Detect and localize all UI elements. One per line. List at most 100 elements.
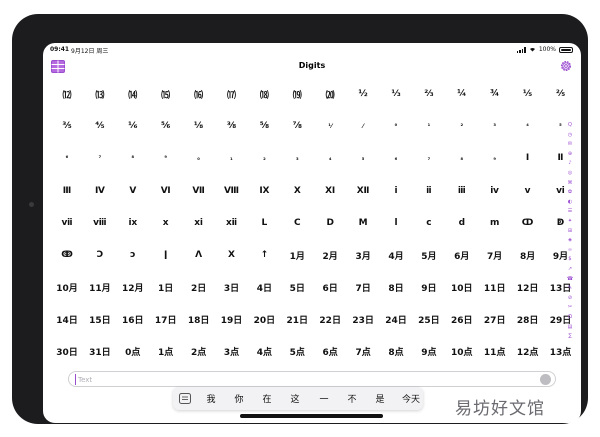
symbol-key[interactable]: ⅔ [414,80,444,108]
symbol-key[interactable]: 1点 [151,338,181,366]
text-input[interactable] [75,374,518,385]
symbol-key[interactable]: 0点 [118,338,148,366]
symbol-key[interactable]: ⒁ [118,80,148,108]
symbol-key[interactable]: ² [447,112,477,140]
symbol-key[interactable]: ⅕ [513,80,543,108]
symbol-key[interactable]: ¼ [447,80,477,108]
index-item-icon[interactable]: ✂ [565,303,575,311]
symbol-key[interactable]: 10日 [447,273,477,301]
symbol-key[interactable]: ⒂ [151,80,181,108]
symbol-key[interactable]: 11月 [85,273,115,301]
symbol-key[interactable]: Ⅲ [52,177,82,205]
index-item-icon[interactable]: ◎ [565,169,575,177]
symbol-key[interactable]: 7日 [348,273,378,301]
symbol-key[interactable]: ⅛ [184,112,214,140]
symbol-key[interactable]: 16日 [118,305,148,333]
index-item-icon[interactable]: ✎ [565,284,575,292]
symbol-key[interactable]: 6月 [447,241,477,269]
symbol-key[interactable]: ⅺ [184,209,214,237]
symbol-key[interactable]: Ⅼ [249,209,279,237]
symbol-key[interactable]: ₄ [315,144,345,172]
symbol-key[interactable]: Ↄ [85,241,115,269]
symbol-key[interactable]: 7月 [480,241,510,269]
symbol-key[interactable]: 10点 [447,338,477,366]
symbol-key[interactable]: ⅜ [217,112,247,140]
index-item-icon[interactable]: Ω [565,313,575,321]
symbol-key[interactable]: 8点 [381,338,411,366]
symbol-key[interactable]: ⅚ [151,112,181,140]
symbol-key[interactable]: ³ [480,112,510,140]
symbol-key[interactable]: ↂ [52,241,82,269]
symbol-key[interactable]: 21日 [282,305,312,333]
symbol-key[interactable]: ⅿ [480,209,510,237]
symbol-key[interactable]: 2月 [315,241,345,269]
symbol-key[interactable]: 5点 [282,338,312,366]
symbol-key[interactable]: ⅖ [546,80,576,108]
symbol-key[interactable]: 14日 [52,305,82,333]
symbol-key[interactable]: ⅴ [513,177,543,205]
index-item-icon[interactable]: ⊘ [565,294,575,302]
symbol-key[interactable]: ⁸ [118,144,148,172]
symbol-key[interactable]: Ⅾ [315,209,345,237]
symbol-key[interactable]: ⅲ [447,177,477,205]
symbol-key[interactable]: 15日 [85,305,115,333]
mic-icon[interactable] [540,374,551,385]
symbol-key[interactable]: ⅼ [381,209,411,237]
symbol-key[interactable]: 30日 [52,338,82,366]
symbol-key[interactable]: ₂ [249,144,279,172]
symbol-key[interactable]: ⅱ [414,177,444,205]
index-item-icon[interactable]: ☰ [565,207,575,215]
symbol-key[interactable]: ½ [348,80,378,108]
symbol-key[interactable]: ⒀ [85,80,115,108]
symbol-key[interactable]: 27日 [480,305,510,333]
candidate-word[interactable]: 在 [259,392,275,405]
symbol-key[interactable]: 20日 [249,305,279,333]
candidate-word[interactable]: 一 [316,392,332,405]
symbol-key[interactable]: Ⅻ [348,177,378,205]
gear-icon[interactable] [559,59,573,73]
symbol-key[interactable]: ⅙ [118,112,148,140]
symbol-key[interactable]: Ⅿ [348,209,378,237]
index-item-icon[interactable]: ✦ [565,217,575,225]
symbol-key[interactable]: 6点 [315,338,345,366]
symbol-key[interactable]: 4点 [249,338,279,366]
symbol-key[interactable]: 17日 [151,305,181,333]
symbol-key[interactable]: 1月 [282,241,312,269]
symbol-key[interactable]: Ⅶ [184,177,214,205]
symbol-key[interactable]: 12日 [513,273,543,301]
symbol-key[interactable]: ⅹ [151,209,181,237]
symbol-key[interactable]: ⒄ [217,80,247,108]
symbol-key[interactable]: ⁶ [52,144,82,172]
index-item-icon[interactable]: Q [565,121,575,129]
symbol-key[interactable]: ⅳ [480,177,510,205]
symbol-key[interactable]: Ⅸ [249,177,279,205]
candidate-word[interactable]: 这 [287,392,303,405]
symbol-key[interactable]: ⁴ [513,112,543,140]
symbol-key[interactable]: ⒆ [282,80,312,108]
index-item-icon[interactable]: ◐ [565,198,575,206]
symbol-key[interactable]: 22日 [315,305,345,333]
symbol-key[interactable]: ↀ [513,209,543,237]
symbol-key[interactable]: ⁰ [381,112,411,140]
symbol-key[interactable]: 26日 [447,305,477,333]
symbol-key[interactable]: ₁ [217,144,247,172]
symbol-key[interactable]: 6日 [315,273,345,301]
symbol-key[interactable]: 4月 [381,241,411,269]
symbol-key[interactable]: Ⅰ [513,144,543,172]
index-item-icon[interactable]: ▤ [565,323,575,331]
candidate-word[interactable]: 是 [372,392,388,405]
home-indicator[interactable] [240,414,383,418]
symbol-key[interactable]: ₇ [414,144,444,172]
symbol-key[interactable]: ₅ [348,144,378,172]
index-item-icon[interactable]: ⊞ [565,227,575,235]
symbol-key[interactable]: ↄ [118,241,148,269]
symbol-key[interactable]: ⅻ [217,209,247,237]
symbol-key[interactable]: ¾ [480,80,510,108]
symbol-key[interactable]: 3点 [217,338,247,366]
symbol-key[interactable]: ⁄ [348,112,378,140]
symbol-key[interactable]: ⅝ [249,112,279,140]
symbol-key[interactable]: 5月 [414,241,444,269]
symbol-key[interactable]: 12月 [118,273,148,301]
index-item-icon[interactable]: ∑ [565,332,575,340]
symbol-key[interactable]: ⅶ [52,209,82,237]
